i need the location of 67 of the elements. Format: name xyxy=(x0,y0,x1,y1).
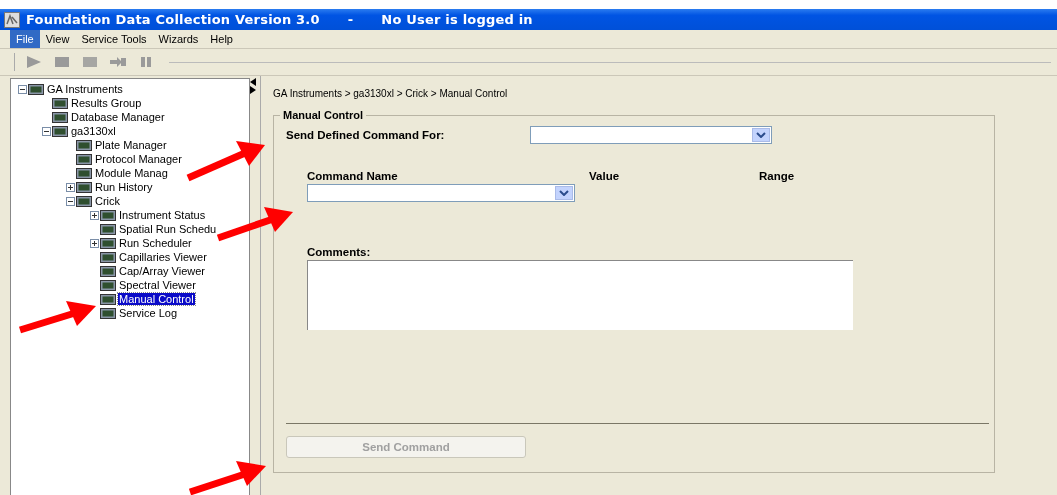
node-icon xyxy=(100,222,116,236)
node-icon xyxy=(52,124,68,138)
tree-item[interactable]: Instrument Status xyxy=(118,209,207,221)
node-icon xyxy=(100,250,116,264)
play-icon xyxy=(25,55,43,69)
dropdown[interactable] xyxy=(307,184,575,202)
dropdown[interactable] xyxy=(530,126,772,144)
expand-icon[interactable] xyxy=(89,210,99,220)
field-label: Comments: xyxy=(307,246,372,258)
node-icon xyxy=(100,208,116,222)
node-icon xyxy=(76,194,92,208)
tree-item[interactable]: Cap/Array Viewer xyxy=(118,265,206,277)
chevron-down-icon xyxy=(559,190,569,196)
tree-item[interactable]: Crick xyxy=(94,195,122,207)
node-icon xyxy=(100,236,116,250)
column-header: Value xyxy=(589,170,621,182)
user-status: No User is logged in xyxy=(381,12,533,27)
node-icon xyxy=(52,96,68,110)
comments-field[interactable] xyxy=(307,260,853,330)
node-icon xyxy=(100,264,116,278)
chevron-down-icon xyxy=(756,132,766,138)
node-icon xyxy=(76,152,92,166)
tree-item[interactable]: Plate Manager xyxy=(94,139,168,151)
expand-icon[interactable] xyxy=(65,182,75,192)
group-title: Manual Control xyxy=(280,109,367,121)
expand-icon[interactable] xyxy=(89,238,99,248)
tree-item[interactable]: Protocol Manager xyxy=(94,153,183,165)
square-icon xyxy=(81,55,99,69)
node-icon xyxy=(100,306,116,320)
node-icon xyxy=(76,138,92,152)
menu-item[interactable]: View xyxy=(39,30,76,48)
tree-item[interactable]: Spectral Viewer xyxy=(118,279,197,291)
title-separator: - xyxy=(347,12,354,27)
menu-item[interactable]: Wizards xyxy=(152,30,205,48)
tree-item[interactable]: Results Group xyxy=(70,97,143,109)
node-icon xyxy=(28,82,44,96)
node-icon xyxy=(76,180,92,194)
breadcrumb: GA Instruments > ga3130xl > Crick > Manual Control xyxy=(273,88,509,99)
tree-item[interactable]: ga3130xl xyxy=(70,125,117,137)
node-icon xyxy=(76,166,92,180)
tree-item[interactable]: Spatial Run Schedu xyxy=(118,223,218,235)
tree-item[interactable]: GA Instruments xyxy=(46,83,124,95)
tree-item[interactable]: Manual Control xyxy=(118,293,195,305)
collapse-icon[interactable] xyxy=(65,196,75,206)
tree-item[interactable]: Run Scheduler xyxy=(118,237,193,249)
menu-item[interactable]: Service Tools xyxy=(75,30,153,48)
right-arrow-icon[interactable] xyxy=(250,86,256,94)
tree-item[interactable]: Service Log xyxy=(118,307,179,319)
collapse-icon[interactable] xyxy=(41,126,51,136)
stop-icon xyxy=(53,55,71,69)
tree-item[interactable]: Capillaries Viewer xyxy=(118,251,208,263)
node-icon xyxy=(100,278,116,292)
tree-item[interactable]: Database Manager xyxy=(70,111,166,123)
column-header: Range xyxy=(759,170,795,182)
menu-item[interactable]: File xyxy=(10,30,40,48)
field-label: Send Defined Command For: xyxy=(286,129,446,141)
node-icon xyxy=(52,110,68,124)
column-header: Command Name xyxy=(307,170,399,182)
tree-item[interactable]: Run History xyxy=(94,181,154,193)
collapse-icon[interactable] xyxy=(17,84,27,94)
window-title: Foundation Data Collection Version 3.0 xyxy=(26,12,320,27)
tree-item[interactable]: Module Manag xyxy=(94,167,169,179)
menu-item[interactable]: Help xyxy=(204,30,239,48)
skip-icon xyxy=(109,55,127,69)
node-icon xyxy=(100,292,116,306)
left-arrow-icon[interactable] xyxy=(250,78,256,86)
app-icon xyxy=(4,11,20,28)
